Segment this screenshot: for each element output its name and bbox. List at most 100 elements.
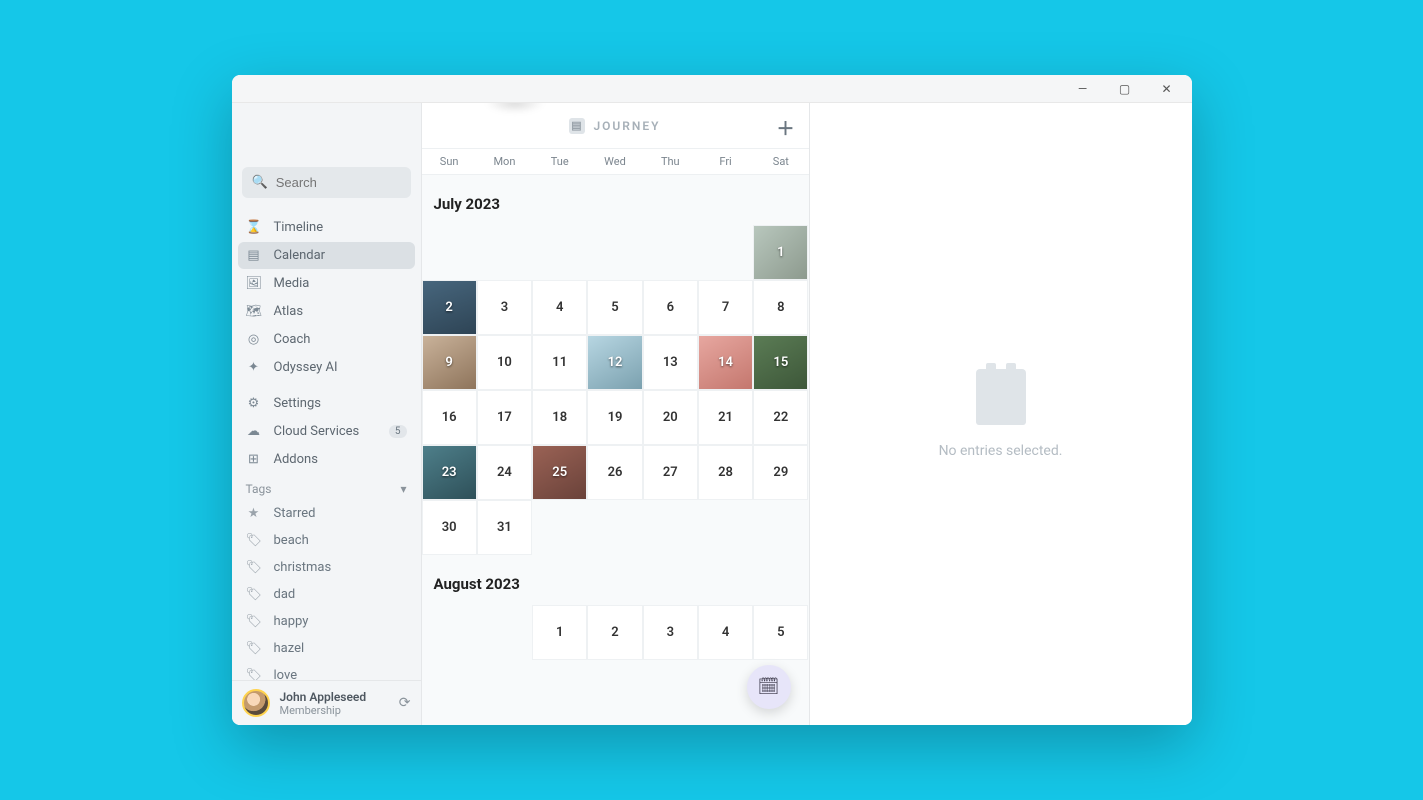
sidebar-item-label: Cloud Services (274, 424, 360, 439)
day-number: 3 (667, 625, 674, 640)
maximize-button[interactable]: ▢ (1108, 77, 1142, 101)
sidebar-item-atlas[interactable]: 🗺 Atlas (238, 298, 415, 325)
day-cell[interactable]: 24 (477, 445, 532, 500)
tag-item-beach[interactable]: 🏷beach (238, 527, 415, 554)
month-label: July 2023 (422, 175, 809, 225)
day-cell[interactable]: 26 (587, 445, 642, 500)
day-cell[interactable]: 5 (753, 605, 808, 660)
tag-icon: 🏷 (246, 587, 262, 602)
day-cell[interactable]: 23 (422, 445, 477, 500)
day-cell[interactable]: 28 (698, 445, 753, 500)
day-cell[interactable]: 1 (532, 605, 587, 660)
day-cell[interactable]: 31 (477, 500, 532, 555)
day-number: 29 (773, 465, 788, 480)
day-number: 24 (497, 465, 512, 480)
day-cell[interactable]: 25 (532, 445, 587, 500)
search-input-wrap[interactable]: 🔍 (242, 167, 411, 198)
minimize-button[interactable]: — (1066, 77, 1100, 101)
dow-cell: Mon (477, 149, 532, 174)
day-number: 28 (718, 465, 733, 480)
tag-item-hazel[interactable]: 🏷hazel (238, 635, 415, 662)
search-input[interactable] (276, 175, 401, 190)
day-cell[interactable]: 7 (698, 280, 753, 335)
day-cell[interactable]: 22 (753, 390, 808, 445)
tag-item-dad[interactable]: 🏷dad (238, 581, 415, 608)
sidebar-item-calendar[interactable]: ▤ Calendar (238, 242, 415, 269)
coach-icon: ◎ (246, 332, 262, 347)
sidebar-item-media[interactable]: 🖼Media (238, 270, 415, 297)
calendar-icon: ▤ (246, 248, 262, 263)
day-cell[interactable]: 18 (532, 390, 587, 445)
day-blank (587, 225, 642, 280)
day-cell[interactable]: 3 (477, 280, 532, 335)
detail-pane: No entries selected. (810, 103, 1192, 725)
day-cell[interactable]: 10 (477, 335, 532, 390)
day-cell[interactable]: 4 (698, 605, 753, 660)
calendar-pane: ▤ JOURNEY ＋ SunMonTueWedThuFriSat July 2… (422, 103, 810, 725)
day-blank (643, 225, 698, 280)
tag-label: love (274, 668, 298, 680)
day-number: 18 (552, 410, 567, 425)
day-number: 25 (552, 465, 567, 480)
new-entry-button[interactable]: ＋ (777, 115, 797, 141)
day-cell[interactable]: 4 (532, 280, 587, 335)
day-cell[interactable]: 20 (643, 390, 698, 445)
day-cell[interactable]: 16 (422, 390, 477, 445)
day-cell[interactable]: 15 (753, 335, 808, 390)
month-label: August 2023 (422, 555, 809, 605)
tags-header-label: Tags (246, 482, 272, 496)
sidebar-item-label: Calendar (274, 248, 326, 263)
day-number: 26 (608, 465, 623, 480)
day-cell[interactable]: 5 (587, 280, 642, 335)
sidebar-item-timeline[interactable]: ⌛Timeline (238, 214, 415, 241)
tags-header[interactable]: Tags ▾ (232, 474, 421, 500)
day-cell[interactable]: 9 (422, 335, 477, 390)
timeline-icon: ⌛ (246, 220, 262, 235)
day-cell[interactable]: 27 (643, 445, 698, 500)
day-cell[interactable]: 21 (698, 390, 753, 445)
day-cell[interactable]: 30 (422, 500, 477, 555)
today-fab[interactable]: 🗓 (747, 665, 791, 709)
sidebar-item-label: Atlas (274, 304, 304, 319)
day-cell[interactable]: 12 (587, 335, 642, 390)
day-cell[interactable]: 19 (587, 390, 642, 445)
day-blank (643, 500, 698, 555)
sync-icon[interactable]: ⟳ (399, 695, 411, 711)
day-cell[interactable]: 29 (753, 445, 808, 500)
day-number: 21 (718, 410, 733, 425)
day-blank (532, 500, 587, 555)
app-title: JOURNEY (593, 119, 660, 133)
sidebar-item-coach[interactable]: ◎Coach (238, 326, 415, 353)
day-number: 31 (497, 520, 512, 535)
tag-icon: 🏷 (246, 533, 262, 548)
day-cell[interactable]: 6 (643, 280, 698, 335)
calendar-scroll[interactable]: July 20231234567891011121314151617181920… (422, 175, 809, 725)
day-cell[interactable]: 11 (532, 335, 587, 390)
close-button[interactable]: ✕ (1150, 77, 1184, 101)
day-number: 5 (611, 300, 618, 315)
sidebar-item-odyssey-ai[interactable]: ✦Odyssey AI (238, 354, 415, 381)
day-cell[interactable]: 2 (422, 280, 477, 335)
tag-item-starred[interactable]: ★Starred (238, 500, 415, 527)
day-cell[interactable]: 1 (753, 225, 808, 280)
tag-list: ★Starred🏷beach🏷christmas🏷dad🏷happy🏷hazel… (232, 500, 421, 680)
tag-icon: 🏷 (246, 560, 262, 575)
atlas-icon: 🗺 (246, 304, 262, 319)
day-number: 22 (773, 410, 788, 425)
day-cell[interactable]: 14 (698, 335, 753, 390)
day-cell[interactable]: 17 (477, 390, 532, 445)
sidebar-item-label: Settings (274, 396, 321, 411)
dow-cell: Fri (698, 149, 753, 174)
sidebar-item-addons[interactable]: ⊞Addons (238, 446, 415, 473)
tag-icon: 🏷 (246, 614, 262, 629)
sidebar-item-cloud-services[interactable]: ☁Cloud Services5 (238, 418, 415, 445)
tag-item-christmas[interactable]: 🏷christmas (238, 554, 415, 581)
tag-item-happy[interactable]: 🏷happy (238, 608, 415, 635)
user-footer[interactable]: John Appleseed Membership ⟳ (232, 680, 421, 725)
day-cell[interactable]: 3 (643, 605, 698, 660)
tag-item-love[interactable]: 🏷love (238, 662, 415, 680)
sidebar-item-settings[interactable]: ⚙Settings (238, 390, 415, 417)
day-cell[interactable]: 8 (753, 280, 808, 335)
day-cell[interactable]: 2 (587, 605, 642, 660)
day-cell[interactable]: 13 (643, 335, 698, 390)
